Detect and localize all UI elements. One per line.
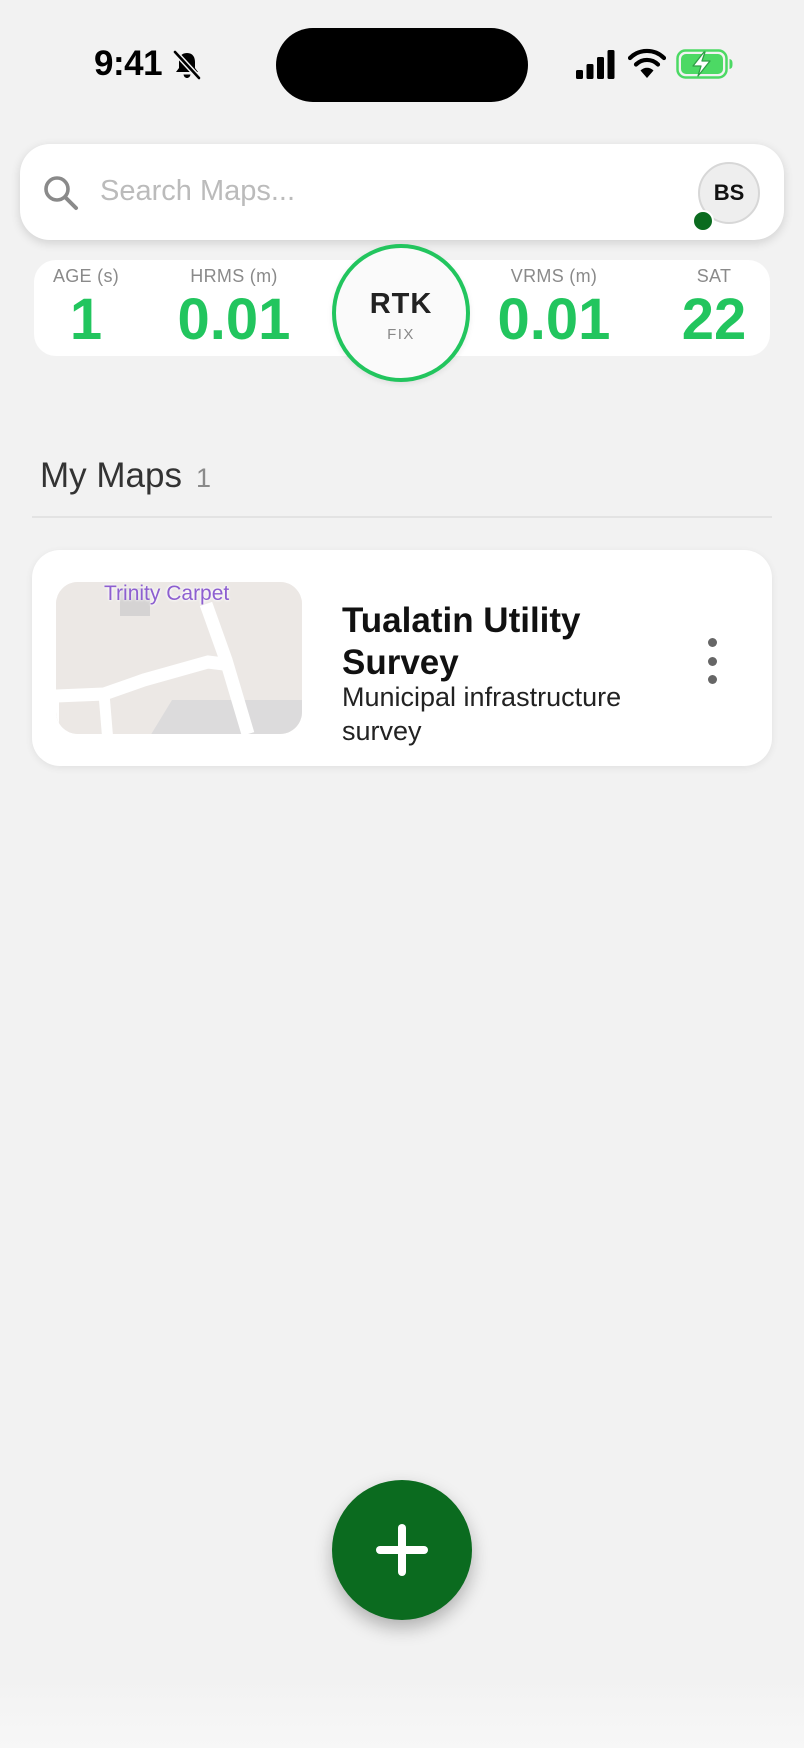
metric-sat-value: 22 bbox=[681, 287, 747, 352]
my-maps-header: My Maps 1 bbox=[40, 456, 770, 500]
battery-charging-icon bbox=[676, 49, 733, 79]
metric-hrms-label: HRMS (m) bbox=[190, 266, 278, 286]
search-input[interactable] bbox=[100, 166, 660, 216]
more-dot bbox=[707, 656, 717, 666]
status-time: 9:41 bbox=[94, 44, 163, 83]
metric-vrms-value: 0.01 bbox=[497, 287, 611, 352]
map-thumbnail: Trinity Carpet bbox=[56, 582, 302, 734]
map-description: Municipal infrastructure survey bbox=[342, 682, 622, 746]
section-count: 1 bbox=[195, 463, 211, 493]
online-status-dot bbox=[692, 210, 714, 232]
more-vertical-icon[interactable] bbox=[700, 638, 724, 684]
map-card[interactable]: Trinity Carpet Tualatin Utility Survey M… bbox=[32, 550, 772, 766]
more-dot bbox=[707, 675, 717, 684]
more-dot bbox=[707, 638, 717, 647]
metric-sat-label: SAT bbox=[696, 266, 732, 286]
rtk-fix-subtitle: FIX bbox=[387, 326, 415, 343]
metric-hrms-value: 0.01 bbox=[177, 287, 291, 352]
status-bar: 9:41 bbox=[0, 0, 804, 120]
rtk-fix-title: RTK bbox=[369, 288, 433, 320]
metric-vrms-label: VRMS (m) bbox=[510, 266, 598, 286]
rtk-fix-badge[interactable]: RTK FIX bbox=[332, 244, 470, 382]
search-bar: BS bbox=[20, 144, 784, 240]
search-icon bbox=[44, 176, 78, 210]
bell-off-icon bbox=[172, 49, 202, 81]
metric-age-value: 1 bbox=[69, 287, 103, 352]
cellular-signal-icon bbox=[576, 50, 615, 79]
plus-icon bbox=[376, 1524, 428, 1576]
app-screen: 9:41 BS bbox=[0, 0, 804, 1748]
dynamic-island bbox=[276, 28, 528, 102]
metric-age-label: AGE (s) bbox=[52, 266, 120, 286]
map-thumbnail-label: Trinity Carpet bbox=[104, 582, 230, 605]
wifi-icon bbox=[628, 48, 666, 78]
map-title: Tualatin Utility Survey bbox=[342, 601, 581, 682]
section-divider bbox=[32, 516, 772, 518]
add-map-button[interactable] bbox=[332, 1480, 472, 1620]
section-title: My Maps bbox=[40, 456, 182, 495]
